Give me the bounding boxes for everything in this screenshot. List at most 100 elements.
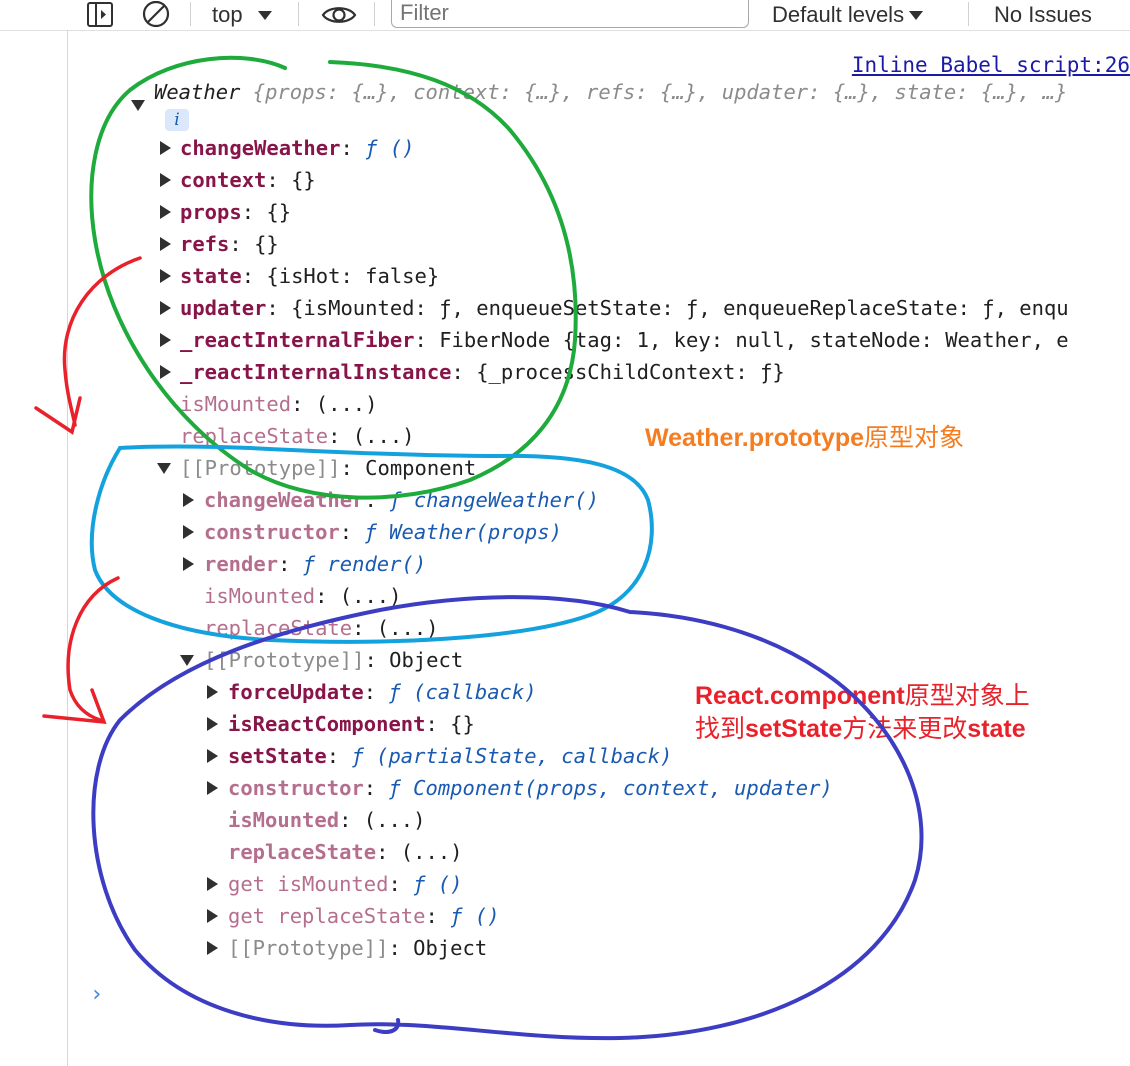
expand-triangle-icon[interactable] xyxy=(207,685,218,699)
prototype-value: Object xyxy=(413,936,488,960)
expand-triangle-icon[interactable] xyxy=(207,877,218,891)
property-row[interactable]: context: {} xyxy=(180,165,316,195)
annotation-text: state xyxy=(967,715,1026,743)
property-row[interactable]: isMounted: (...) xyxy=(180,389,378,419)
expand-triangle-icon[interactable] xyxy=(160,173,171,187)
property-value: FiberNode {tag: 1, key: null, stateNode:… xyxy=(439,328,1069,352)
object-class-name: Weather xyxy=(154,80,241,104)
log-levels-dropdown[interactable]: Default levels xyxy=(772,0,924,30)
object-preview: {props: {…}, context: {…}, refs: {…}, up… xyxy=(252,80,1068,104)
property-row[interactable]: get isMounted: ƒ () xyxy=(228,869,463,899)
expand-triangle-icon[interactable] xyxy=(183,525,194,539)
annotation-text: 方法来更改 xyxy=(842,715,968,743)
property-key: setState xyxy=(228,744,327,768)
context-label: top xyxy=(212,2,243,27)
expand-triangle-icon[interactable] xyxy=(183,493,194,507)
expand-triangle-icon[interactable] xyxy=(160,205,171,219)
object-summary[interactable]: Weather {props: {…}, context: {…}, refs:… xyxy=(154,77,1067,107)
filter-input[interactable] xyxy=(391,0,749,28)
property-key: replaceState xyxy=(228,840,377,864)
property-value: ƒ (partialState, callback) xyxy=(351,744,673,768)
property-row[interactable]: replaceState: (...) xyxy=(228,837,463,867)
expand-triangle-icon[interactable] xyxy=(160,301,171,315)
context-selector[interactable]: top xyxy=(212,0,273,30)
expand-triangle-icon[interactable] xyxy=(160,333,171,347)
property-key: render xyxy=(204,552,279,576)
prototype-row[interactable]: [[Prototype]]: Object xyxy=(204,645,463,675)
annotation-text: 原型对象上 xyxy=(904,682,1030,710)
property-key: _reactInternalInstance xyxy=(180,360,452,384)
property-value: ƒ () xyxy=(365,136,415,160)
property-key: isMounted xyxy=(228,808,340,832)
expand-triangle-icon[interactable] xyxy=(207,909,218,923)
property-value: (...) xyxy=(363,808,426,832)
property-key: state xyxy=(180,264,242,288)
property-value: {} xyxy=(450,712,475,736)
property-key: forceUpdate xyxy=(228,680,364,704)
property-key: constructor xyxy=(228,776,364,800)
expand-triangle-icon[interactable] xyxy=(160,269,171,283)
property-value: {} xyxy=(266,200,292,224)
property-row[interactable]: replaceState: (...) xyxy=(180,421,415,451)
property-row[interactable]: updater: {isMounted: ƒ, enqueueSetState:… xyxy=(180,293,1069,323)
property-value: (...) xyxy=(315,392,378,416)
property-key: props xyxy=(180,200,242,224)
source-link[interactable]: Inline Babel script:26 xyxy=(852,53,1130,77)
expand-triangle-icon[interactable] xyxy=(160,237,171,251)
property-row[interactable]: render: ƒ render() xyxy=(204,549,426,579)
property-row[interactable]: state: {isHot: false} xyxy=(180,261,439,291)
property-key: replaceState xyxy=(204,616,353,640)
property-row[interactable]: get replaceState: ƒ () xyxy=(228,901,500,931)
prototype-row[interactable]: [[Prototype]]: Component xyxy=(180,453,476,483)
expand-triangle-icon[interactable] xyxy=(131,100,145,111)
property-key: isMounted xyxy=(204,584,316,608)
property-value: {isHot: false} xyxy=(266,264,440,288)
property-row[interactable]: refs: {} xyxy=(180,229,279,259)
expand-triangle-icon[interactable] xyxy=(160,141,171,155)
sidebar-toggle-icon[interactable] xyxy=(86,0,114,30)
property-row[interactable]: _reactInternalInstance: {_processChildCo… xyxy=(180,357,785,387)
property-row[interactable]: isMounted: (...) xyxy=(228,805,426,835)
annotation-react-component: React.component原型对象上 xyxy=(695,676,1030,712)
expand-triangle-icon[interactable] xyxy=(157,463,171,474)
property-row[interactable]: _reactInternalFiber: FiberNode {tag: 1, … xyxy=(180,325,1069,355)
red-arrow-annotation xyxy=(66,576,120,722)
property-row[interactable]: isReactComponent: {} xyxy=(228,709,475,739)
console-toolbar: top Default levels No Issues xyxy=(0,0,1130,31)
expand-triangle-icon[interactable] xyxy=(160,365,171,379)
property-row[interactable]: forceUpdate: ƒ (callback) xyxy=(228,677,537,707)
red-arrowhead-annotation xyxy=(34,396,82,435)
property-key: changeWeather xyxy=(180,136,341,160)
console-prompt-icon[interactable]: › xyxy=(90,982,103,1007)
expand-triangle-icon[interactable] xyxy=(207,781,218,795)
property-row[interactable]: setState: ƒ (partialState, callback) xyxy=(228,741,672,771)
property-row[interactable]: constructor: ƒ Weather(props) xyxy=(204,517,562,547)
property-key: constructor xyxy=(204,520,340,544)
expand-triangle-icon[interactable] xyxy=(207,941,218,955)
clear-console-icon[interactable] xyxy=(141,0,171,30)
property-row[interactable]: replaceState: (...) xyxy=(204,613,439,643)
property-value: ƒ (callback) xyxy=(388,680,537,704)
property-row[interactable]: props: {} xyxy=(180,197,291,227)
expand-triangle-icon[interactable] xyxy=(207,717,218,731)
toolbar-divider xyxy=(968,2,969,26)
prototype-row[interactable]: [[Prototype]]: Object xyxy=(228,933,487,963)
chevron-down-icon xyxy=(908,2,924,28)
property-row[interactable]: changeWeather: ƒ changeWeather() xyxy=(204,485,599,515)
live-expression-eye-icon[interactable] xyxy=(321,0,357,30)
property-row[interactable]: isMounted: (...) xyxy=(204,581,402,611)
property-value: {isMounted: ƒ, enqueueSetState: ƒ, enque… xyxy=(291,296,1069,320)
property-row[interactable]: constructor: ƒ Component(props, context,… xyxy=(228,773,833,803)
annotation-text: 原型对象 xyxy=(864,424,965,452)
property-row[interactable]: changeWeather: ƒ () xyxy=(180,133,415,163)
issues-button[interactable]: No Issues xyxy=(994,0,1092,30)
log-levels-label: Default levels xyxy=(772,2,905,27)
info-badge-icon[interactable]: i xyxy=(165,109,189,131)
property-value: {_processChildContext: ƒ} xyxy=(476,360,785,384)
expand-triangle-icon[interactable] xyxy=(207,749,218,763)
expand-triangle-icon[interactable] xyxy=(180,655,194,666)
annotation-text: Weather.prototype xyxy=(645,424,865,452)
toolbar-divider xyxy=(190,2,191,26)
property-value: (...) xyxy=(376,616,439,640)
expand-triangle-icon[interactable] xyxy=(183,557,194,571)
